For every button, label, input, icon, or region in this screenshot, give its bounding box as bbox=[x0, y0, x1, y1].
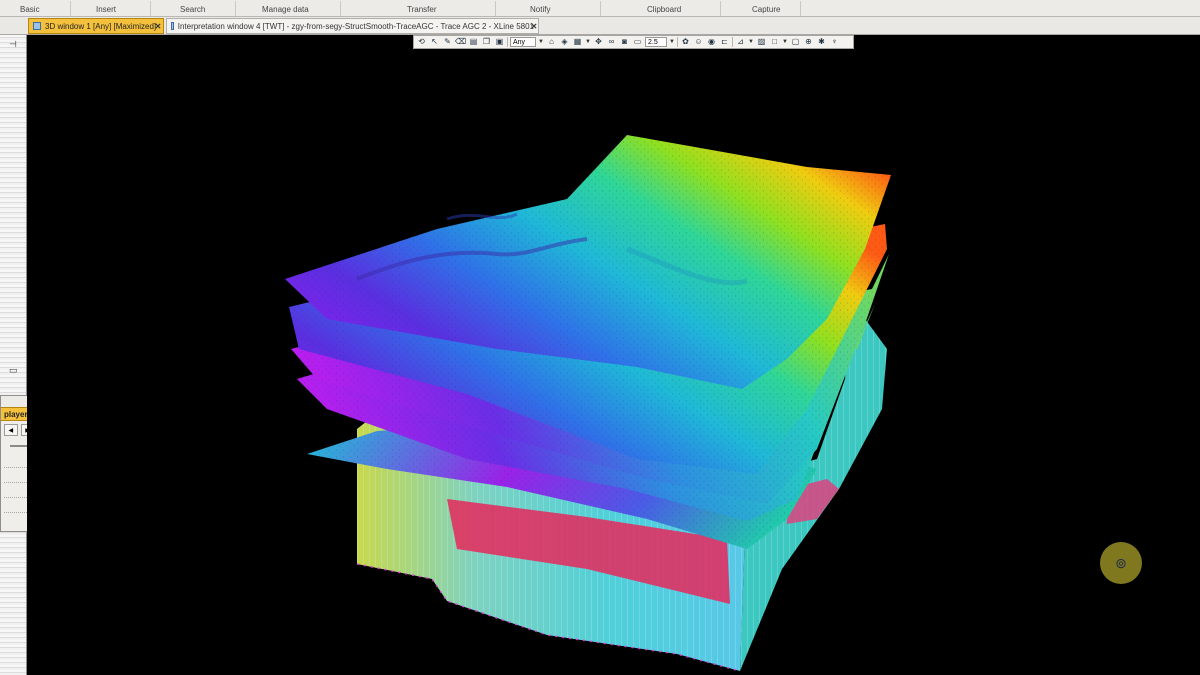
erase-icon[interactable]: ⌫ bbox=[455, 37, 466, 47]
view-icon[interactable]: ◈ bbox=[559, 37, 570, 47]
close-icon: ✕ bbox=[154, 21, 162, 31]
chevron-down-icon[interactable]: ▼ bbox=[782, 39, 788, 45]
pick-icon[interactable]: ✎ bbox=[442, 37, 453, 47]
measure-icon[interactable]: ⊕ bbox=[803, 37, 814, 47]
app-window: Basic Insert Search Manage data Transfer… bbox=[0, 0, 1200, 675]
paste-icon[interactable]: ▣ bbox=[494, 37, 505, 47]
ribbon-group-search[interactable]: Search bbox=[180, 5, 205, 14]
ribbon-group-notify[interactable]: Notify bbox=[530, 5, 550, 14]
ruler-icon[interactable]: ⊏ bbox=[719, 37, 730, 47]
viewer-toolbar: ⟲ ↖ ✎ ⌫ ▤ ❐ ▣ Any ▼ ⌂ ◈ ▦ ▼ ✥ ∞ ◙ ▭ 2.5 … bbox=[413, 35, 854, 49]
home-icon[interactable]: ⌂ bbox=[546, 37, 557, 47]
ribbon-group-manage-data[interactable]: Manage data bbox=[262, 5, 309, 14]
window-tab-bar: 3D window 1 [Any] [Maximized] ✕ Interpre… bbox=[0, 17, 1200, 35]
magnifier-cursor-icon: ⊚ bbox=[1115, 554, 1127, 571]
ribbon-group-basic[interactable]: Basic bbox=[20, 5, 40, 14]
box-icon[interactable]: □ bbox=[769, 37, 780, 47]
3d-scene bbox=[285, 135, 891, 672]
copy-icon[interactable]: ❐ bbox=[481, 37, 492, 47]
tab-3d-window[interactable]: 3D window 1 [Any] [Maximized] bbox=[28, 18, 164, 34]
select-icon[interactable]: ↖ bbox=[429, 37, 440, 47]
chevron-down-icon[interactable]: ▼ bbox=[538, 39, 544, 45]
ribbon-group-clipboard[interactable]: Clipboard bbox=[647, 5, 681, 14]
left-dock-strip: ⊣ ▭ bbox=[0, 35, 27, 675]
close-icon: ✕ bbox=[530, 21, 538, 31]
pin-icon[interactable]: ⊣ bbox=[9, 39, 17, 50]
settings-icon[interactable]: ✱ bbox=[816, 37, 827, 47]
3d-viewport[interactable] bbox=[27, 49, 1200, 675]
binoculars-icon[interactable]: ∞ bbox=[606, 37, 617, 47]
ribbon-group-capture[interactable]: Capture bbox=[752, 5, 780, 14]
chevron-down-icon[interactable]: ▼ bbox=[585, 39, 591, 45]
ribbon-group-insert[interactable]: Insert bbox=[96, 5, 116, 14]
rotate-icon[interactable]: ⟲ bbox=[416, 37, 427, 47]
tab-interpretation-window-close-button[interactable]: ✕ bbox=[526, 18, 540, 34]
grid-icon[interactable]: ▦ bbox=[572, 37, 583, 47]
display-icon[interactable]: ▭ bbox=[632, 37, 643, 47]
chevron-down-icon[interactable]: ▼ bbox=[748, 39, 754, 45]
interpretation-window-icon bbox=[171, 22, 174, 30]
cursor-highlight: ⊚ bbox=[1100, 542, 1142, 584]
domain-select[interactable]: Any bbox=[510, 37, 536, 47]
toolbar-separator bbox=[507, 37, 508, 47]
ribbon-group-transfer[interactable]: Transfer bbox=[407, 5, 437, 14]
paint-icon[interactable]: ✿ bbox=[680, 37, 691, 47]
ribbon-bar: Basic Insert Search Manage data Transfer… bbox=[0, 0, 1200, 17]
chart-icon[interactable]: ⊿ bbox=[735, 37, 746, 47]
move-icon[interactable]: ✥ bbox=[593, 37, 604, 47]
zoom-value-field[interactable]: 2.5 bbox=[645, 37, 667, 47]
prev-button[interactable]: ◀ bbox=[4, 424, 18, 436]
pin-icon[interactable]: ♆ bbox=[829, 37, 840, 47]
dock-handle-icon[interactable]: ▭ bbox=[9, 365, 18, 376]
toolbar-separator bbox=[732, 37, 733, 47]
layers-icon[interactable]: ▤ bbox=[468, 37, 479, 47]
eye-icon[interactable]: ◉ bbox=[706, 37, 717, 47]
chevron-down-icon[interactable]: ▼ bbox=[669, 39, 675, 45]
tab-3d-window-label: 3D window 1 [Any] [Maximized] bbox=[45, 21, 157, 31]
image-icon[interactable]: ▨ bbox=[756, 37, 767, 47]
export-icon[interactable]: ▢ bbox=[790, 37, 801, 47]
tab-interpretation-window-label: Interpretation window 4 [TWT] - zgy-from… bbox=[177, 21, 534, 31]
face-icon[interactable]: ☺ bbox=[693, 37, 704, 47]
tab-interpretation-window[interactable]: Interpretation window 4 [TWT] - zgy-from… bbox=[166, 18, 539, 34]
camera-icon[interactable]: ◙ bbox=[619, 37, 630, 47]
toolbar-separator bbox=[677, 37, 678, 47]
tab-3d-window-close-button[interactable]: ✕ bbox=[150, 18, 164, 34]
3d-window-icon bbox=[33, 22, 41, 30]
